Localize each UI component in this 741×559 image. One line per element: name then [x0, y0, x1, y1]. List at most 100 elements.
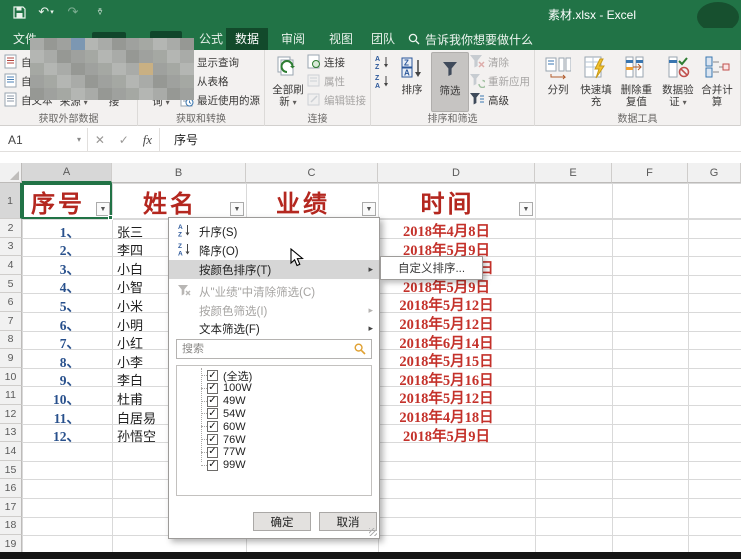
ribbon-button-筛选[interactable]: 筛选: [431, 52, 469, 112]
row-header-14[interactable]: 14: [0, 442, 22, 461]
ribbon-button-删除重复值[interactable]: 删除重复值: [615, 52, 658, 112]
row-header-11[interactable]: 11: [0, 386, 22, 405]
cell-serial[interactable]: 4、: [22, 276, 80, 296]
ribbon-button-连接[interactable]: 连接: [307, 54, 366, 71]
filter-button-时间[interactable]: ▼: [519, 202, 533, 216]
row-header-6[interactable]: 6: [0, 293, 22, 312]
cell-name[interactable]: 小白: [117, 259, 143, 278]
search-input[interactable]: [182, 343, 354, 355]
cell-serial[interactable]: 8、: [22, 351, 80, 371]
cell-name[interactable]: 小智: [117, 277, 143, 296]
tell-me-box[interactable]: 告诉我你想要做什么: [408, 28, 533, 50]
checkbox-checked-icon[interactable]: ✓: [207, 421, 218, 432]
fill-handle[interactable]: [108, 215, 113, 220]
cell-serial[interactable]: 10、: [22, 388, 80, 408]
menu-item-custom-sort[interactable]: 自定义排序...: [398, 260, 465, 276]
filter-button-姓名[interactable]: ▼: [230, 202, 244, 216]
menu-resize-handle[interactable]: [369, 528, 377, 536]
column-header-F[interactable]: F: [612, 163, 688, 183]
menu-item-sort-ascending[interactable]: AZ 升序(S): [169, 222, 379, 241]
menu-item-sort-by-color[interactable]: 按颜色排序(T) ▸: [169, 260, 379, 279]
menu-item-sort-descending[interactable]: ZA 降序(O): [169, 241, 379, 260]
cancel-entry-icon[interactable]: ✕: [95, 133, 105, 147]
ribbon-button-数据验证[interactable]: 数据验证 ▾: [658, 52, 698, 112]
row-header-17[interactable]: 17: [0, 498, 22, 517]
select-all-corner[interactable]: [0, 163, 22, 183]
filter-value-(全选)[interactable]: ✓ (全选): [207, 369, 252, 382]
cell-name[interactable]: 小明: [117, 315, 143, 334]
header-cell-业绩[interactable]: 业绩: [246, 183, 360, 219]
cell-name[interactable]: 白居易: [117, 408, 156, 427]
row-header-1[interactable]: 1: [0, 183, 22, 219]
save-icon[interactable]: [10, 3, 28, 21]
cell-name[interactable]: 小李: [117, 352, 143, 371]
cell-serial[interactable]: 11、: [22, 407, 80, 427]
row-header-13[interactable]: 13: [0, 424, 22, 443]
row-header-12[interactable]: 12: [0, 405, 22, 424]
cell-name[interactable]: 小红: [117, 333, 143, 352]
cell-serial[interactable]: 5、: [22, 295, 80, 315]
header-cell-时间[interactable]: 时间: [378, 183, 517, 219]
filter-search-box[interactable]: [176, 339, 372, 359]
cell-name[interactable]: 李四: [117, 240, 143, 259]
row-header-16[interactable]: 16: [0, 479, 22, 498]
cell-name[interactable]: 杜甫: [117, 389, 143, 408]
cell-serial[interactable]: 2、: [22, 239, 80, 259]
cell-serial[interactable]: 1、: [22, 221, 80, 241]
row-header-5[interactable]: 5: [0, 275, 22, 294]
row-header-10[interactable]: 10: [0, 368, 22, 387]
filter-value-77W[interactable]: ✓ 77W: [207, 446, 246, 459]
row-header-3[interactable]: 3: [0, 238, 22, 257]
name-box[interactable]: A1 ▾: [0, 128, 88, 151]
ok-button[interactable]: 确定: [253, 512, 311, 531]
ribbon-button-排序[interactable]: ZA排序: [393, 52, 431, 112]
filter-button-业绩[interactable]: ▼: [362, 202, 376, 216]
tab-2[interactable]: 审阅: [272, 28, 314, 50]
menu-item-text-filters[interactable]: 文本筛选(F) ▸: [169, 319, 379, 338]
tab-active-1[interactable]: 数据: [226, 28, 268, 50]
column-header-C[interactable]: C: [246, 163, 378, 183]
checkbox-checked-icon[interactable]: ✓: [207, 447, 218, 458]
ribbon-button-az-asc[interactable]: AZ: [375, 54, 393, 71]
checkbox-checked-icon[interactable]: ✓: [207, 396, 218, 407]
row-header-19[interactable]: 19: [0, 535, 22, 554]
filter-value-list[interactable]: ✓ (全选) ✓ 100W ✓ 49W ✓ 54W ✓ 60W ✓ 76W ✓ …: [176, 365, 372, 496]
row-header-2[interactable]: 2: [0, 219, 22, 238]
checkbox-checked-icon[interactable]: ✓: [207, 408, 218, 419]
filter-value-60W[interactable]: ✓ 60W: [207, 420, 246, 433]
ribbon-button-分列[interactable]: 分列: [539, 52, 577, 112]
checkbox-checked-icon[interactable]: ✓: [207, 434, 218, 445]
cell-name[interactable]: 张三: [117, 222, 143, 241]
cell-name[interactable]: 孙悟空: [117, 426, 156, 445]
row-header-8[interactable]: 8: [0, 331, 22, 350]
checkbox-checked-icon[interactable]: ✓: [207, 370, 218, 381]
filter-value-76W[interactable]: ✓ 76W: [207, 433, 246, 446]
column-header-A[interactable]: A: [22, 163, 112, 183]
cell-serial[interactable]: 3、: [22, 258, 80, 278]
checkbox-checked-icon[interactable]: ✓: [207, 460, 218, 471]
filter-value-100W[interactable]: ✓ 100W: [207, 382, 252, 395]
column-header-D[interactable]: D: [378, 163, 535, 183]
name-box-caret-icon[interactable]: ▾: [77, 135, 81, 144]
tab-3[interactable]: 视图: [320, 28, 362, 50]
row-header-4[interactable]: 4: [0, 256, 22, 275]
filter-value-99W[interactable]: ✓ 99W: [207, 459, 246, 472]
cell-serial[interactable]: 9、: [22, 369, 80, 389]
customize-qat-icon[interactable]: ▿̄: [91, 3, 109, 21]
row-header-9[interactable]: 9: [0, 349, 22, 368]
insert-function-icon[interactable]: fx: [143, 132, 152, 148]
filter-value-49W[interactable]: ✓ 49W: [207, 395, 246, 408]
header-cell-姓名[interactable]: 姓名: [112, 183, 228, 219]
column-header-B[interactable]: B: [112, 163, 246, 183]
column-header-G[interactable]: G: [688, 163, 741, 183]
cell-serial[interactable]: 6、: [22, 314, 80, 334]
ribbon-button-合并计算[interactable]: 合并计算: [698, 52, 736, 112]
ribbon-button-快速填充[interactable]: 快速填充: [577, 52, 615, 112]
cell-name[interactable]: 李白: [117, 370, 143, 389]
confirm-entry-icon[interactable]: ✓: [119, 133, 129, 147]
cell-serial[interactable]: 12、: [22, 425, 80, 445]
cell-date[interactable]: 2018年5月9日: [378, 425, 515, 446]
row-header-7[interactable]: 7: [0, 312, 22, 331]
formula-bar-value[interactable]: 序号: [160, 128, 741, 151]
filter-value-54W[interactable]: ✓ 54W: [207, 407, 246, 420]
